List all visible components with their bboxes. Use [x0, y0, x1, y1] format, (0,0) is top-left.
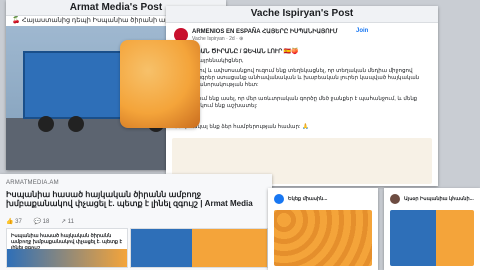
right-small-post-card[interactable]: Այսօր Իսպանիա կհասնի...	[384, 188, 480, 270]
thumb-photo-2	[131, 229, 267, 267]
shares-icon: ↗	[61, 219, 67, 225]
article-thumbnail-1: Իսպանիա հասած հայկական ծիրանն ամբողջ խմբ…	[6, 228, 128, 268]
middle-post-card[interactable]: Եկեք միասին...	[268, 188, 378, 270]
cherry-icon: 🍒	[12, 17, 21, 24]
comments-count: 18	[42, 219, 50, 225]
article-thumbnail-2	[130, 228, 268, 268]
right-small-avatar	[390, 194, 400, 204]
post-paragraph-3: Շնորհակալ ենք ձեր համբերության համար: 🙏	[174, 124, 309, 130]
comments-icon: 💬	[33, 219, 41, 225]
reaction-icon: 👍	[6, 219, 14, 225]
right-post-title: Vache Ispiryan's Post	[166, 6, 438, 23]
right-post-card: Vache Ispiryan's Post ARMENIOS EN ESPAÑA…	[166, 6, 438, 186]
right-small-post-title: Այսօր Իսպանիա կհասնի...	[404, 196, 474, 202]
post-paragraph-1: Մեծ ցավով և ափսոսանքով ուզում ենք տեղեկա…	[174, 68, 420, 88]
article-stats: 👍 37 💬 18 ↗ 11	[6, 218, 74, 225]
article-card[interactable]: ARMATMEDIA.AM Իսպանիա հասած հայկական ծիր…	[0, 174, 272, 270]
article-site: ARMATMEDIA.AM	[6, 180, 59, 186]
post-author[interactable]: Vache Ispiryan · 2d · ⊕	[192, 36, 243, 42]
post-paragraph-2: Ինչը ուզում ենք ասել, որ մեր առևտրական գ…	[174, 96, 418, 109]
group-name[interactable]: ARMENIOS EN ESPAÑA ՀԱՅԵՐԸ ԻՍՊԱՆԻԱՅՈՒՄ	[192, 28, 338, 35]
middle-apricots	[274, 210, 372, 266]
thumb-photo-1	[7, 249, 127, 267]
shares-count: 11	[67, 219, 74, 225]
middle-post-title: Եկեք միասին...	[288, 196, 328, 202]
article-title[interactable]: Իսպանիա հասած հայկական ծիրանն ամբողջ խմբ…	[6, 190, 268, 208]
pray-icon: 🙏	[302, 124, 309, 130]
join-button[interactable]: Join	[356, 28, 368, 34]
middle-avatar	[274, 194, 284, 204]
reactions-count: 37	[15, 219, 22, 225]
apricots-photo	[120, 40, 200, 128]
right-small-photo	[390, 210, 474, 266]
